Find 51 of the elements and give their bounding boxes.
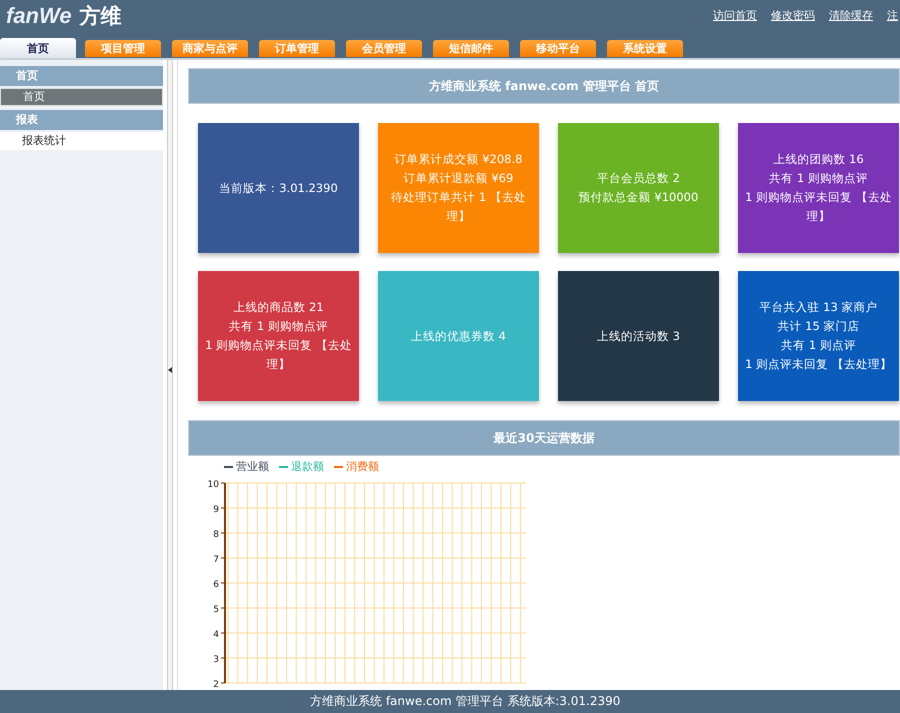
y-tick-label: 8	[213, 530, 219, 540]
header-link[interactable]: 修改密码	[771, 8, 815, 23]
stat-text: 预付款总金额 ¥10000	[578, 189, 698, 206]
stat-text: 订单累计退款额 ¥69	[404, 170, 514, 187]
stat-text: 共计 15 家门店	[778, 318, 860, 335]
y-tick-label: 7	[213, 555, 219, 565]
stat-text: 上线的优惠券数 4	[411, 328, 506, 344]
stat-text: 平台会员总数 2	[597, 170, 680, 187]
y-tick-label: 10	[208, 480, 219, 490]
stat-text: 共有 1 则点评	[781, 337, 856, 354]
y-tick-label: 2	[213, 680, 219, 690]
stat-text: 待处理订单共计 1 【去处理】	[390, 189, 527, 225]
stat-text: 订单累计成交额 ¥208.8	[394, 151, 522, 168]
section-header: 方维商业系统 fanwe.com 管理平台 首页	[188, 68, 900, 104]
nav-tab[interactable]: 订单管理	[259, 40, 335, 57]
stat-text: 上线的商品数 21	[233, 299, 324, 316]
y-tick-label: 6	[213, 580, 219, 590]
header-link[interactable]: 清除缓存	[829, 8, 873, 23]
nav-tab[interactable]: 首页	[0, 38, 76, 58]
nav-tab[interactable]: 系统设置	[607, 40, 683, 57]
footer-text: 方维商业系统 fanwe.com 管理平台 系统版本:3.01.2390	[0, 690, 900, 713]
header-link[interactable]: 注	[887, 8, 898, 23]
stat-text: 1 则购物点评未回复 【去处理】	[204, 337, 353, 373]
stat-text: 平台共入驻 13 家商户	[760, 299, 878, 316]
stat-text: 共有 1 则购物点评	[229, 318, 328, 335]
collapse-arrow-icon[interactable]	[168, 367, 172, 373]
nav-tab[interactable]: 短信邮件	[433, 40, 509, 57]
stat-text: 1 则点评未回复 【去处理】	[745, 356, 892, 373]
legend-item[interactable]: 消费额	[334, 460, 379, 473]
logo: fanWe 方维	[5, 2, 122, 30]
header-link[interactable]: 访问首页	[713, 8, 757, 23]
y-tick-label: 3	[213, 655, 219, 665]
legend-item[interactable]: 营业额	[224, 460, 269, 473]
sidebar-group-header: 报表	[0, 110, 163, 130]
y-tick-label: 5	[213, 605, 219, 615]
stat-text: 上线的活动数 3	[597, 328, 680, 344]
nav-tab[interactable]: 移动平台	[520, 40, 596, 57]
stat-text: 上线的团购数 16	[773, 151, 864, 168]
nav-tab[interactable]: 会员管理	[346, 40, 422, 57]
nav-tab[interactable]: 项目管理	[85, 40, 161, 57]
stat-text: 当前版本：3.01.2390	[219, 180, 338, 196]
sidebar-group-header: 首页	[0, 66, 163, 86]
legend-item[interactable]: 退款额	[279, 460, 324, 473]
stat-text: 共有 1 则购物点评	[769, 170, 868, 187]
y-tick-label: 9	[213, 505, 219, 515]
stat-text: 1 则购物点评未回复 【去处理】	[744, 189, 893, 225]
sidebar-item[interactable]: 报表统计	[0, 132, 163, 150]
sidebar-item[interactable]: 首页	[0, 88, 163, 106]
section-header: 最近30天运营数据	[188, 420, 900, 456]
y-tick-label: 4	[213, 630, 219, 640]
nav-tab[interactable]: 商家与点评	[172, 40, 248, 57]
